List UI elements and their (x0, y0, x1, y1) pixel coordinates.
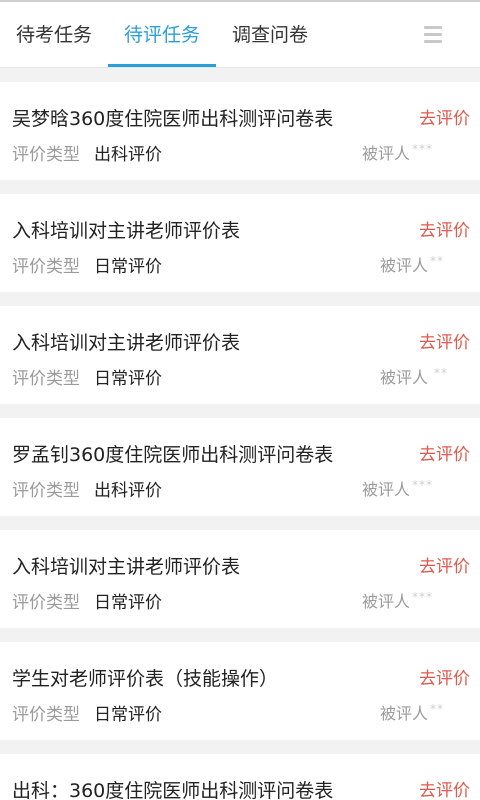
type-value: 日常评价 (94, 705, 162, 725)
active-tab-indicator (108, 64, 216, 67)
item-title: 罗孟钊360度住院医师出科测评问卷表 (12, 444, 334, 466)
type-value: 出科评价 (94, 145, 162, 165)
tab-pending-evaluations[interactable]: 待评任务 (108, 2, 216, 68)
evaluatee-name-masked: *** (412, 142, 433, 156)
evaluatee-label: 被评人 (379, 368, 428, 387)
list-item[interactable]: 入科培训对主讲老师评价表 去评价 评价类型 日常评价 被评人 ** (0, 306, 480, 404)
evaluate-button[interactable]: 去评价 (419, 776, 470, 800)
type-label: 评价类型 (12, 705, 80, 725)
evaluate-button[interactable]: 去评价 (419, 328, 470, 353)
evaluatee-name-masked: ** (434, 366, 448, 380)
evaluate-button[interactable]: 去评价 (419, 216, 470, 241)
evaluate-button[interactable]: 去评价 (419, 664, 470, 689)
list-item[interactable]: 入科培训对主讲老师评价表 去评价 评价类型 日常评价 被评人 ** (0, 194, 480, 292)
evaluatee-label: 被评人 (379, 704, 428, 723)
menu-bar (424, 40, 442, 43)
evaluatee-name-masked: ** (430, 702, 444, 716)
item-title: 出科：360度住院医师出科测评问卷表 (12, 780, 334, 800)
evaluatee-name-masked: *** (412, 478, 433, 492)
evaluatee-name-masked: *** (412, 590, 433, 604)
list-item[interactable]: 学生对老师评价表（技能操作） 去评价 评价类型 日常评价 被评人 ** (0, 642, 480, 740)
evaluatee-label: 被评人 (361, 592, 410, 611)
evaluatee-name-masked: ** (430, 254, 444, 268)
type-label: 评价类型 (12, 593, 80, 613)
evaluate-button[interactable]: 去评价 (419, 552, 470, 577)
hamburger-menu-icon[interactable] (412, 20, 454, 50)
type-value: 日常评价 (94, 257, 162, 277)
list-item[interactable]: 出科：360度住院医师出科测评问卷表 去评价 (0, 754, 480, 800)
item-title: 吴梦晗360度住院医师出科测评问卷表 (12, 108, 334, 130)
tab-bar: 待考任务 待评任务 调查问卷 (0, 2, 480, 68)
list-item[interactable]: 吴梦晗360度住院医师出科测评问卷表 去评价 评价类型 出科评价 被评人 *** (0, 82, 480, 180)
evaluatee-label: 被评人 (379, 256, 428, 275)
tab-surveys[interactable]: 调查问卷 (216, 2, 324, 68)
type-value: 日常评价 (94, 369, 162, 389)
list-item[interactable]: 罗孟钊360度住院医师出科测评问卷表 去评价 评价类型 出科评价 被评人 *** (0, 418, 480, 516)
evaluatee-label: 被评人 (361, 480, 410, 499)
evaluatee-label: 被评人 (361, 144, 410, 163)
list-item[interactable]: 入科培训对主讲老师评价表 去评价 评价类型 日常评价 被评人 *** (0, 530, 480, 628)
item-title: 入科培训对主讲老师评价表 (12, 556, 241, 578)
menu-bar (424, 33, 442, 36)
type-label: 评价类型 (12, 481, 80, 501)
evaluate-button[interactable]: 去评价 (419, 104, 470, 129)
type-label: 评价类型 (12, 257, 80, 277)
type-value: 日常评价 (94, 593, 162, 613)
type-value: 出科评价 (94, 481, 162, 501)
tab-pending-exams[interactable]: 待考任务 (0, 2, 108, 68)
evaluate-button[interactable]: 去评价 (419, 440, 470, 465)
item-title: 入科培训对主讲老师评价表 (12, 332, 241, 354)
menu-bar (424, 26, 442, 29)
item-title: 学生对老师评价表（技能操作） (12, 668, 279, 690)
type-label: 评价类型 (12, 145, 80, 165)
item-title: 入科培训对主讲老师评价表 (12, 220, 241, 242)
type-label: 评价类型 (12, 369, 80, 389)
